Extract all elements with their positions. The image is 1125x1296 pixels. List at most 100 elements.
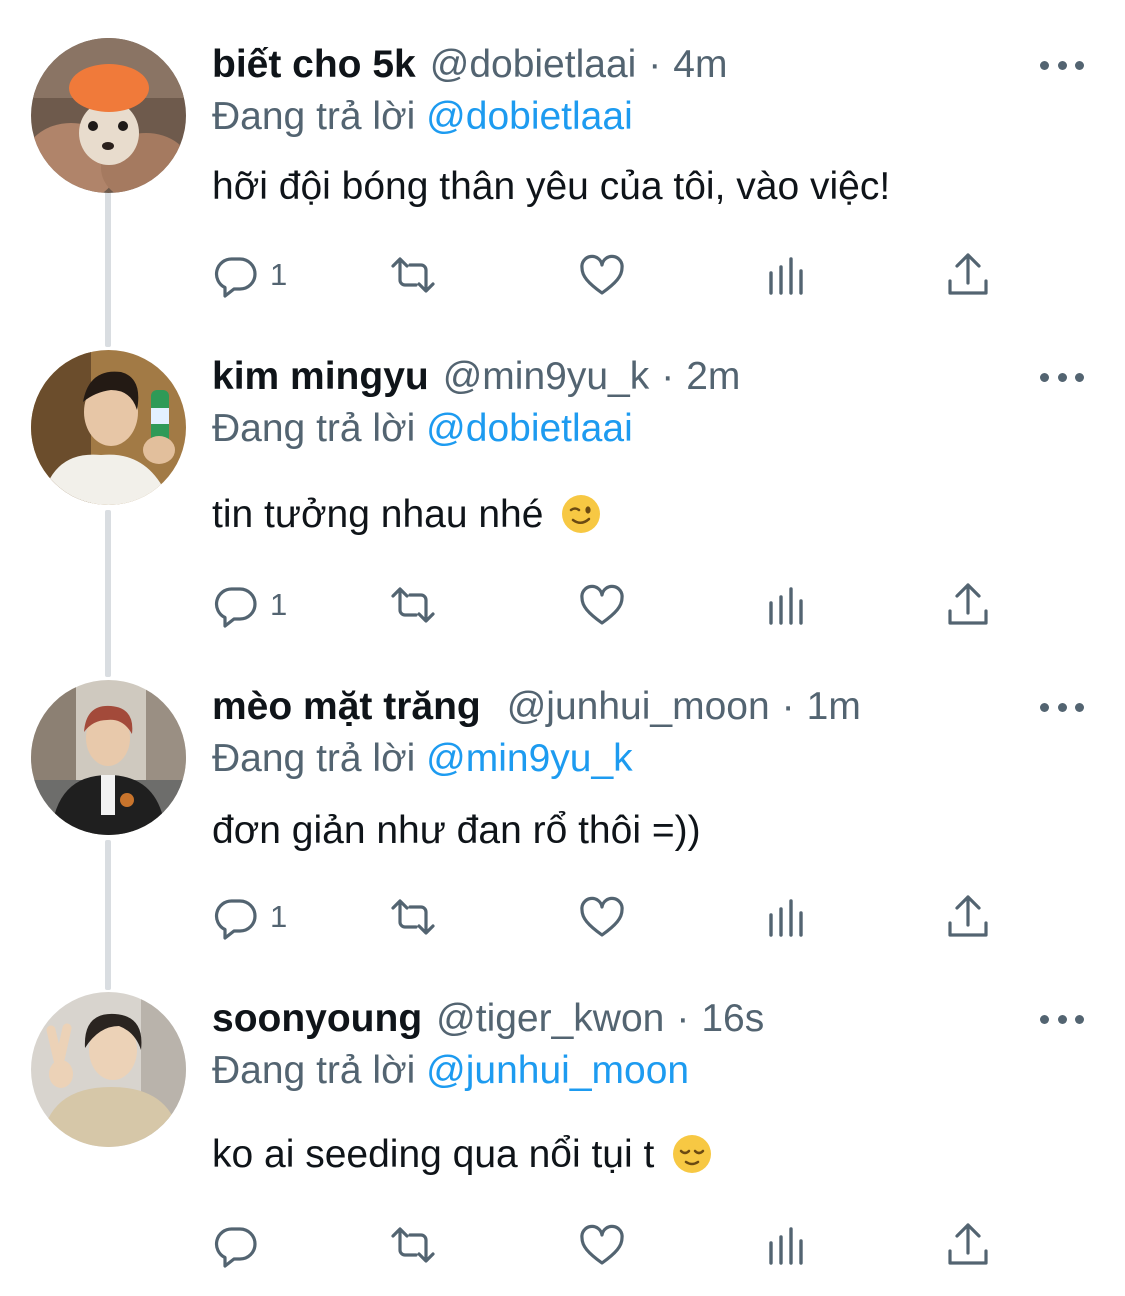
display-name[interactable]: kim mingyu xyxy=(212,352,429,402)
replying-to-handle[interactable]: @dobietlaai xyxy=(426,95,633,138)
reply-bubble-icon xyxy=(214,1227,257,1268)
analytics-button[interactable] xyxy=(763,892,811,942)
heart-icon xyxy=(580,1224,624,1265)
separator-dot: · xyxy=(661,355,675,398)
share-upload-icon xyxy=(948,583,988,625)
timestamp[interactable]: 4m xyxy=(673,40,727,90)
separator-dot: · xyxy=(648,43,662,86)
tweet-text-content: tin tưởng nhau nhé xyxy=(212,493,544,536)
action-bar: 1 xyxy=(212,580,1012,630)
relieved-face-emoji xyxy=(673,1135,712,1173)
timestamp[interactable]: 1m xyxy=(807,682,861,732)
winking-face-emoji xyxy=(562,495,601,533)
tweet-header: mèo mặt trăng @junhui_moon · 1m xyxy=(212,682,861,732)
share-upload-icon xyxy=(948,253,988,295)
share-button[interactable] xyxy=(944,580,992,630)
like-button[interactable] xyxy=(578,250,626,300)
avatar[interactable] xyxy=(31,992,186,1147)
replying-to: Đang trả lời @dobietlaai xyxy=(212,92,633,142)
reply-button[interactable]: 1 xyxy=(212,250,287,300)
analytics-button[interactable] xyxy=(763,580,811,630)
heart-icon xyxy=(580,896,624,937)
more-dots-icon[interactable] xyxy=(1040,1012,1084,1026)
user-handle[interactable]: @junhui_moon xyxy=(507,682,770,732)
avatar[interactable] xyxy=(31,350,186,505)
more-dots-icon[interactable] xyxy=(1040,700,1084,714)
tweet-text-content: ko ai seeding qua nổi tụi t xyxy=(212,1133,655,1176)
user-handle[interactable]: @min9yu_k xyxy=(443,352,650,402)
retweet-icon xyxy=(391,587,435,623)
retweet-button[interactable] xyxy=(389,250,437,300)
tweet-header: kim mingyu @min9yu_k · 2m xyxy=(212,352,740,402)
user-handle[interactable]: @dobietlaai xyxy=(430,40,637,90)
avatar-chihuahua-photo xyxy=(31,38,186,193)
more-dots-icon[interactable] xyxy=(1040,370,1084,384)
reply-button[interactable]: 1 xyxy=(212,580,287,630)
bar-chart-icon xyxy=(769,257,803,295)
replying-label: Đang trả lời xyxy=(212,95,416,138)
replying-to-handle[interactable]: @min9yu_k xyxy=(426,737,633,780)
replying-label: Đang trả lời xyxy=(212,737,416,780)
action-bar xyxy=(212,1220,1012,1270)
tweet-text-content: hỡi đội bóng thân yêu của tôi, vào việc! xyxy=(212,165,891,208)
reply-button[interactable] xyxy=(212,1220,270,1270)
action-bar: 1 xyxy=(212,250,1012,300)
user-handle[interactable]: @tiger_kwon xyxy=(436,994,664,1044)
replying-to: Đang trả lời @junhui_moon xyxy=(212,1046,689,1096)
replying-to-handle[interactable]: @junhui_moon xyxy=(426,1049,689,1092)
thread-line xyxy=(105,190,111,347)
display-name[interactable]: soonyoung xyxy=(212,994,422,1044)
tweet-text: hỡi đội bóng thân yêu của tôi, vào việc! xyxy=(212,162,890,212)
retweet-button[interactable] xyxy=(389,1220,437,1270)
tweet-header: soonyoung @tiger_kwon · 16s xyxy=(212,994,764,1044)
retweet-icon xyxy=(391,899,435,935)
retweet-icon xyxy=(391,257,435,293)
share-button[interactable] xyxy=(944,892,992,942)
like-button[interactable] xyxy=(578,580,626,630)
analytics-button[interactable] xyxy=(763,250,811,300)
share-upload-icon xyxy=(948,1223,988,1265)
timestamp[interactable]: 16s xyxy=(701,994,764,1044)
avatar-man-peace-sign-photo xyxy=(31,992,186,1147)
share-button[interactable] xyxy=(944,250,992,300)
share-button[interactable] xyxy=(944,1220,992,1270)
bar-chart-icon xyxy=(769,587,803,625)
avatar[interactable] xyxy=(31,680,186,835)
replying-label: Đang trả lời xyxy=(212,1049,416,1092)
reply-bubble-icon xyxy=(214,899,257,940)
separator-dot: · xyxy=(781,685,795,728)
heart-icon xyxy=(580,254,624,295)
thread-line xyxy=(105,840,111,990)
display-name[interactable]: biết cho 5k xyxy=(212,40,416,90)
reply-count: 1 xyxy=(270,587,288,622)
tweet-text: tin tưởng nhau nhé xyxy=(212,490,602,540)
more-dots-icon[interactable] xyxy=(1040,58,1084,72)
avatar-man-city-street-photo xyxy=(31,680,186,835)
heart-icon xyxy=(580,584,624,625)
analytics-button[interactable] xyxy=(763,1220,811,1270)
tweet-text-content: đơn giản như đan rổ thôi =)) xyxy=(212,809,701,852)
reply-count: 1 xyxy=(270,257,288,292)
retweet-icon xyxy=(391,1227,435,1263)
like-button[interactable] xyxy=(578,892,626,942)
timestamp[interactable]: 2m xyxy=(686,352,740,402)
reply-bubble-icon xyxy=(214,587,257,628)
retweet-button[interactable] xyxy=(389,580,437,630)
reply-count: 1 xyxy=(270,899,288,934)
tweet-text: đơn giản như đan rổ thôi =)) xyxy=(212,806,701,856)
retweet-button[interactable] xyxy=(389,892,437,942)
tweet-text: ko ai seeding qua nổi tụi t xyxy=(212,1130,713,1180)
replying-to-handle[interactable]: @dobietlaai xyxy=(426,407,633,450)
replying-to: Đang trả lời @dobietlaai xyxy=(212,404,633,454)
replying-label: Đang trả lời xyxy=(212,407,416,450)
replying-to: Đang trả lời @min9yu_k xyxy=(212,734,633,784)
share-upload-icon xyxy=(948,895,988,937)
bar-chart-icon xyxy=(769,899,803,937)
like-button[interactable] xyxy=(578,1220,626,1270)
thread-line xyxy=(105,510,111,677)
reply-button[interactable]: 1 xyxy=(212,892,287,942)
display-name[interactable]: mèo mặt trăng xyxy=(212,682,481,732)
bar-chart-icon xyxy=(769,1227,803,1265)
action-bar: 1 xyxy=(212,892,1012,942)
avatar[interactable] xyxy=(31,38,186,193)
